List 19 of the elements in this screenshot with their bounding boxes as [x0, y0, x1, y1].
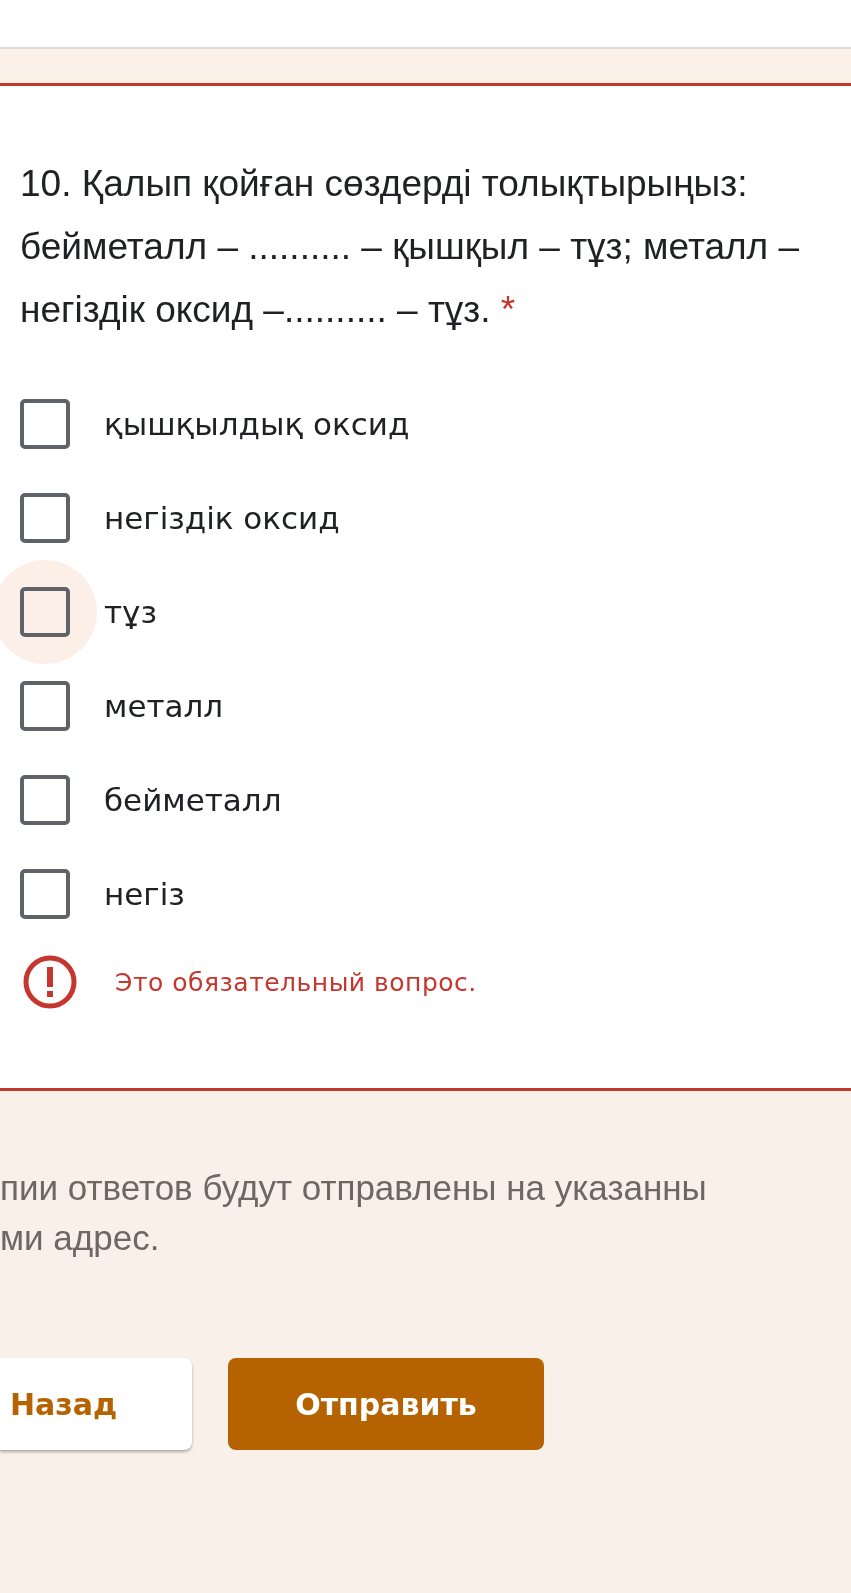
- question-text: 10. Қалып қойған сөздерді толықтырыңыз: бейметалл – .......... – қышқыл – тұз; металл – негіздік оксид –.......... – тұз. *: [20, 162, 801, 332]
- checkbox[interactable]: [20, 493, 70, 543]
- option-label[interactable]: қышқылдық оксид: [104, 406, 410, 442]
- checkbox[interactable]: [20, 399, 70, 449]
- option-label[interactable]: негіздік оксид: [104, 500, 340, 536]
- option-label[interactable]: бейметалл: [104, 782, 282, 818]
- back-button[interactable]: Назад: [0, 1358, 192, 1450]
- checkbox[interactable]: [20, 775, 70, 825]
- option-label[interactable]: негіз: [104, 876, 185, 912]
- error-message: Это обязательный вопрос.: [115, 967, 477, 997]
- error-icon: [22, 954, 78, 1010]
- checkbox[interactable]: [20, 681, 70, 731]
- checkbox[interactable]: [20, 869, 70, 919]
- option-label[interactable]: металл: [104, 688, 224, 724]
- option-label[interactable]: тұз: [104, 594, 157, 630]
- submit-button[interactable]: Отправить: [228, 1358, 544, 1450]
- note-text: пии ответов будут отправлены на указанны: [0, 1167, 707, 1209]
- checkbox[interactable]: [20, 587, 70, 637]
- note-text: ми адрес.: [0, 1217, 160, 1259]
